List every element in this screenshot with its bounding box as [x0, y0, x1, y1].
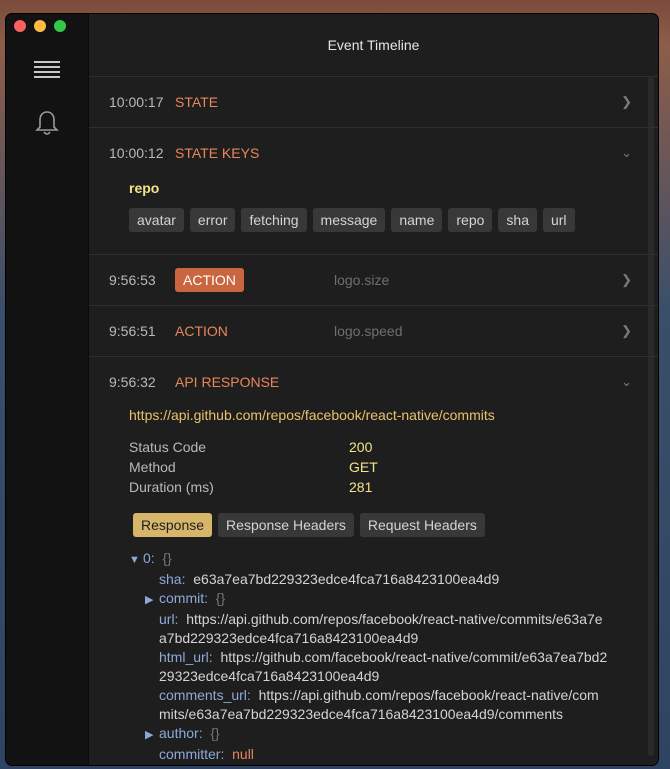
tree-brace: {} [162, 550, 172, 566]
state-keys-body: repo avatar error fetching message name … [109, 178, 658, 254]
event-subtitle: logo.speed [334, 323, 403, 339]
state-key-chip[interactable]: fetching [241, 208, 307, 232]
event-time: 9:56:51 [109, 323, 156, 339]
chevron-right-icon: ❯ [621, 272, 632, 287]
tree-node-root[interactable]: ▼ 0: {} [129, 549, 658, 570]
state-keys-title: repo [129, 180, 160, 196]
window-title: Event Timeline [89, 14, 658, 77]
tree-key: committer: [159, 746, 225, 762]
event-row[interactable]: 9:56:32 API RESPONSE ⌄ https://api.githu… [89, 357, 658, 764]
tree-value: null [232, 746, 254, 762]
state-key-chip[interactable]: name [391, 208, 443, 232]
state-key-chip[interactable]: message [312, 208, 386, 232]
tree-node-sha: sha: e63a7ea7bd229323edce4fca716a8423100… [129, 570, 658, 589]
bell-icon[interactable] [34, 110, 60, 136]
tree-brace: {} [210, 725, 220, 741]
tree-node-comments-url: comments_url: https://api.github.com/rep… [129, 686, 609, 724]
state-keys-list: avatar error fetching message name repo … [129, 208, 658, 232]
state-key-chip[interactable]: error [189, 208, 236, 232]
event-time: 10:00:17 [109, 94, 164, 110]
sidebar [6, 14, 89, 765]
event-row[interactable]: 10:00:17 STATE ❯ [89, 77, 658, 128]
timeline-panel: Event Timeline 10:00:17 STATE ❯ 10:00:12… [89, 14, 658, 765]
tree-node-author[interactable]: ▶ author: {} [129, 724, 658, 745]
chevron-right-icon: ❯ [621, 94, 632, 109]
app-window: Event Timeline 10:00:17 STATE ❯ 10:00:12… [6, 14, 658, 765]
tree-key: html_url: [159, 649, 213, 665]
tree-key: commit: [159, 590, 208, 606]
expand-right-icon[interactable]: ▶ [145, 726, 159, 745]
tree-node-html-url: html_url: https://github.com/facebook/re… [129, 648, 609, 686]
event-time: 10:00:12 [109, 145, 164, 161]
state-key-chip[interactable]: sha [498, 208, 537, 232]
tree-brace: {} [215, 590, 226, 606]
tree-value: https://github.com/facebook/react-native… [159, 649, 608, 684]
method-row: Method GET [129, 457, 658, 477]
event-type: STATE [175, 94, 219, 110]
window-controls [14, 20, 66, 32]
tree-node-commit[interactable]: ▶ commit: {} [129, 589, 658, 610]
tree-key: url: [159, 611, 179, 627]
tree-key: sha: [159, 571, 186, 587]
method-label: Method [129, 459, 176, 475]
tab-response[interactable]: Response [133, 513, 213, 537]
zoom-window-button[interactable] [54, 20, 66, 32]
event-type: STATE KEYS [175, 145, 260, 161]
event-subtitle: logo.size [334, 272, 390, 288]
state-key-chip[interactable]: url [542, 208, 575, 232]
event-type: API RESPONSE [175, 374, 280, 390]
menu-icon[interactable] [34, 60, 60, 80]
method-value: GET [349, 459, 378, 475]
event-row[interactable]: 9:56:53 ACTION logo.size ❯ [89, 255, 658, 306]
tree-node-url: url: https://api.github.com/repos/facebo… [129, 610, 609, 648]
chevron-down-icon: ⌄ [621, 145, 632, 160]
event-type-badge: ACTION [175, 268, 244, 292]
event-row[interactable]: 10:00:12 STATE KEYS ⌄ repo avatar error … [89, 128, 658, 255]
tab-response-headers[interactable]: Response Headers [218, 513, 354, 537]
tree-key: author: [159, 725, 203, 741]
chevron-right-icon: ❯ [621, 323, 632, 338]
state-key-chip[interactable]: avatar [129, 208, 184, 232]
status-code-row: Status Code 200 [129, 437, 658, 457]
duration-value: 281 [349, 479, 373, 495]
status-code-value: 200 [349, 439, 373, 455]
minimize-window-button[interactable] [34, 20, 46, 32]
duration-row: Duration (ms) 281 [129, 477, 658, 497]
event-row[interactable]: 9:56:51 ACTION logo.speed ❯ [89, 306, 658, 357]
close-window-button[interactable] [14, 20, 26, 32]
expand-right-icon[interactable]: ▶ [145, 591, 159, 610]
event-type: ACTION [175, 323, 228, 339]
expand-down-icon[interactable]: ▼ [129, 551, 143, 570]
api-response-body: https://api.github.com/repos/facebook/re… [109, 407, 658, 764]
chevron-down-icon: ⌄ [621, 374, 632, 389]
event-time: 9:56:32 [109, 374, 156, 390]
tab-request-headers[interactable]: Request Headers [359, 513, 485, 537]
tree-node-committer: committer: null [129, 745, 658, 764]
status-code-label: Status Code [129, 439, 207, 455]
duration-label: Duration (ms) [129, 479, 214, 495]
tree-value: https://api.github.com/repos/facebook/re… [159, 611, 603, 646]
response-tree: ▼ 0: {} sha: e63a7ea7bd229323edce4fca716a… [129, 549, 658, 764]
api-url[interactable]: https://api.github.com/repos/facebook/re… [129, 407, 658, 423]
tree-key: comments_url: [159, 687, 251, 703]
event-time: 9:56:53 [109, 272, 156, 288]
response-tabs: Response Response Headers Request Header… [133, 513, 658, 537]
tree-key: 0: [143, 550, 155, 566]
tree-value: e63a7ea7bd229323edce4fca716a8423100ea4d9 [193, 571, 500, 587]
state-key-chip[interactable]: repo [448, 208, 493, 232]
